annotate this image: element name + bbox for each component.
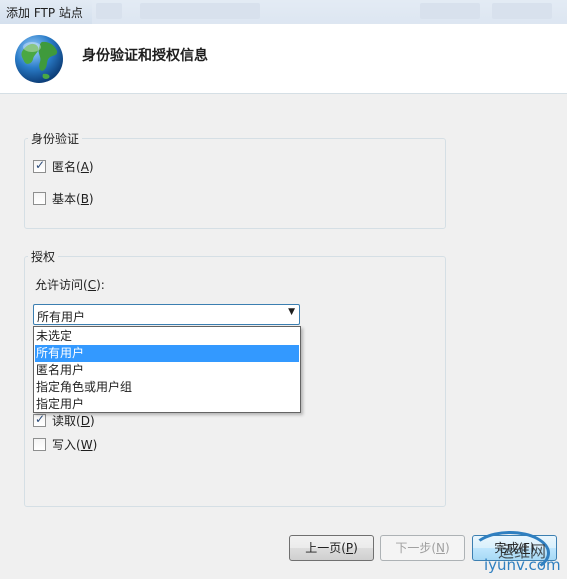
anonymous-label: 匿名(A) (52, 159, 94, 174)
authorization-group-title: 授权 (28, 248, 59, 265)
combo-value: 所有用户 (37, 310, 86, 324)
allow-access-dropdown: 未选定 所有用户 匿名用户 指定角色或用户组 指定用户 (33, 326, 301, 413)
wizard-header: 身份验证和授权信息 (0, 24, 567, 94)
page-title: 身份验证和授权信息 (82, 48, 208, 64)
dropdown-option[interactable]: 指定角色或用户组 (35, 379, 299, 396)
write-checkbox[interactable]: 写入(W) (33, 436, 97, 452)
anonymous-checkbox[interactable]: ✓ 匿名(A) (33, 158, 94, 174)
authentication-group-title: 身份验证 (28, 130, 83, 147)
dropdown-option[interactable]: 未选定 (35, 328, 299, 345)
globe-icon (15, 35, 63, 83)
next-button[interactable]: 下一步(N) (380, 535, 465, 561)
title-bar-overlay (92, 0, 567, 24)
dropdown-option[interactable]: 指定用户 (35, 396, 299, 413)
read-checkbox[interactable]: ✓ 读取(D) (33, 412, 95, 428)
allow-access-combo[interactable]: 所有用户 ▼ (33, 304, 300, 325)
checkbox-box[interactable]: ✓ (33, 411, 46, 427)
chevron-down-icon[interactable]: ▼ (288, 307, 295, 317)
checkmark-icon: ✓ (35, 157, 46, 172)
title-bar: 添加 FTP 站点 (0, 0, 567, 24)
dropdown-option-selected[interactable]: 所有用户 (35, 345, 299, 362)
checkbox-box[interactable] (33, 191, 46, 205)
basic-label: 基本(B) (52, 191, 94, 206)
checkbox-box[interactable]: ✓ (33, 157, 46, 173)
allow-access-label: 允许访问(C): (35, 278, 105, 292)
read-label: 读取(D) (52, 413, 95, 428)
authentication-group (24, 138, 446, 229)
checkbox-box[interactable] (33, 437, 46, 451)
previous-button[interactable]: 上一页(P) (289, 535, 374, 561)
checkmark-icon: ✓ (35, 411, 46, 426)
window-title: 添加 FTP 站点 (6, 6, 83, 20)
watermark-url: iyunv.com (484, 556, 561, 574)
write-label: 写入(W) (52, 437, 98, 452)
dropdown-option[interactable]: 匿名用户 (35, 362, 299, 379)
basic-checkbox[interactable]: 基本(B) (33, 190, 94, 206)
